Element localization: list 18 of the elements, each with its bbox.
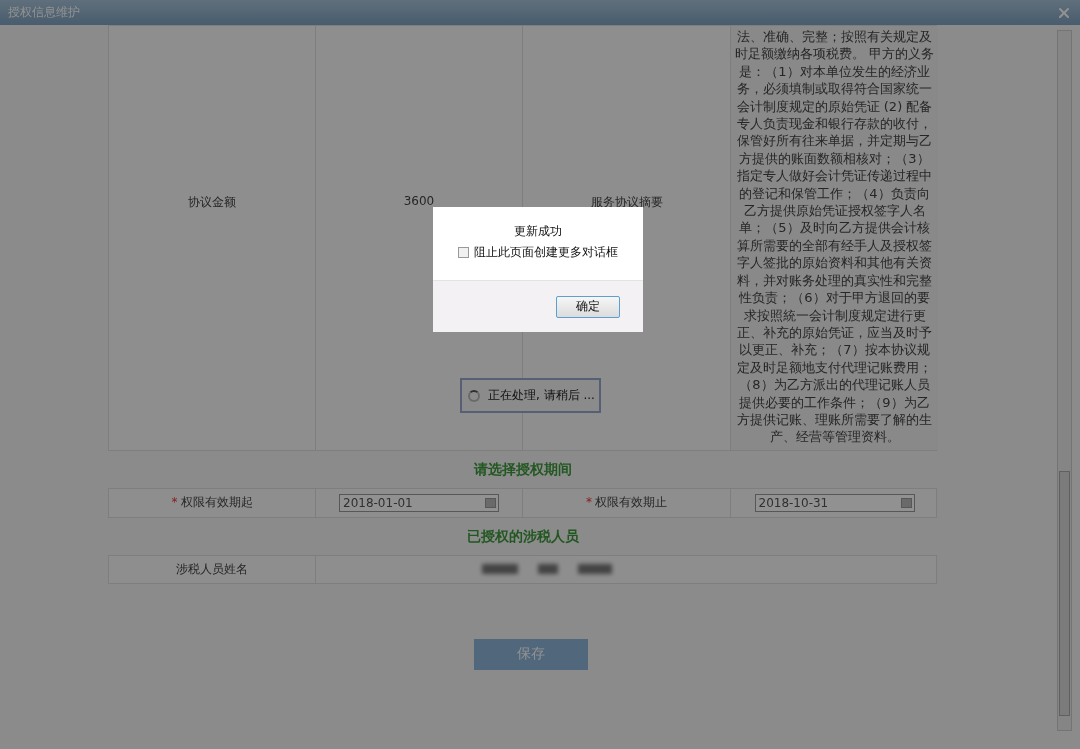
field-label: 涉税人员姓名 [176,560,248,578]
dialog-message: 更新成功 [514,224,562,239]
checkbox[interactable] [458,247,469,258]
spinner-icon [468,389,480,402]
field-label: * 权限有效期止 [586,494,667,512]
field-label: * 权限有效期起 [171,494,253,512]
section-heading: 请选择授权期间 [472,459,573,479]
date-field[interactable]: 2018-01-01 [339,493,499,512]
calendar-icon[interactable] [900,497,912,508]
scrollbar[interactable] [1057,30,1072,731]
calendar-icon[interactable] [485,497,496,508]
amount-label: 协议金额 [188,194,236,211]
summary-label: 服务协议摘要 [590,194,663,211]
section-heading: 已授权的涉税人员 [465,526,580,546]
date-field[interactable]: 2018-10-31 [754,493,915,512]
ok-button[interactable]: 确定 [556,295,620,318]
amount-value: 3600 [403,194,435,208]
loading-text: 正在处理, 请稍后 ... [488,387,595,404]
